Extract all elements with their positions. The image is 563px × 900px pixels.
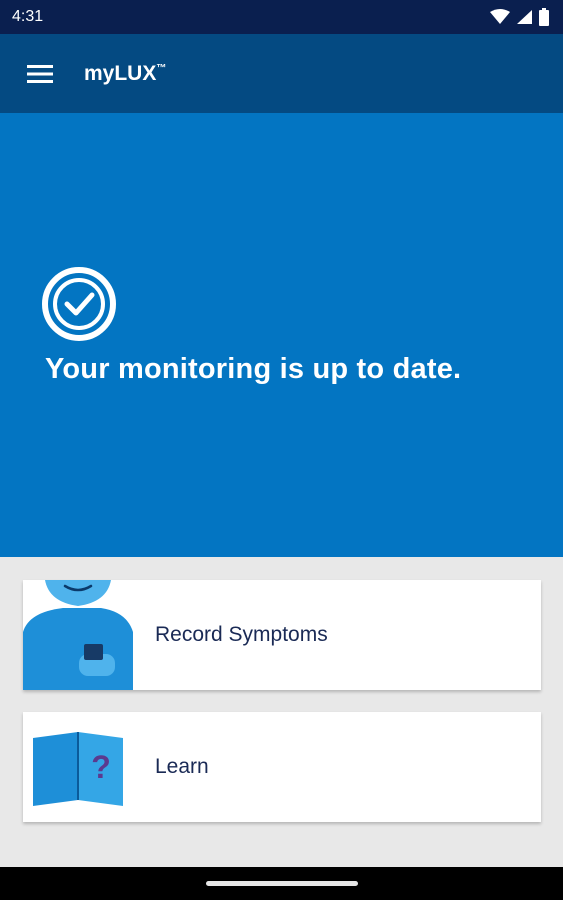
app-bar: myLUX™ <box>0 34 563 113</box>
app-title: myLUX™ <box>84 62 166 86</box>
monitoring-status-message: Your monitoring is up to date. <box>45 353 462 385</box>
status-time: 4:31 <box>12 8 44 25</box>
cell-signal-icon <box>517 10 532 24</box>
record-symptoms-card[interactable]: Record Symptoms <box>23 580 541 690</box>
person-with-phone-icon <box>23 580 133 690</box>
status-icons <box>490 8 549 26</box>
wifi-icon <box>490 9 510 24</box>
record-symptoms-label: Record Symptoms <box>155 623 328 646</box>
hamburger-menu-icon <box>27 64 53 83</box>
app-title-text: myLUX <box>84 61 157 85</box>
svg-text:?: ? <box>91 749 111 785</box>
book-question-icon: ? <box>23 712 133 822</box>
system-nav-bar <box>0 867 563 900</box>
status-bar: 4:31 <box>0 0 563 34</box>
menu-button[interactable] <box>0 34 80 113</box>
home-gesture-handle[interactable] <box>205 881 358 886</box>
learn-card[interactable]: ? Learn <box>23 712 541 822</box>
check-circle-icon <box>42 267 116 341</box>
battery-icon <box>539 8 549 26</box>
trademark-symbol: ™ <box>156 62 167 74</box>
status-hero: Your monitoring is up to date. <box>0 113 563 557</box>
learn-label: Learn <box>155 755 209 778</box>
